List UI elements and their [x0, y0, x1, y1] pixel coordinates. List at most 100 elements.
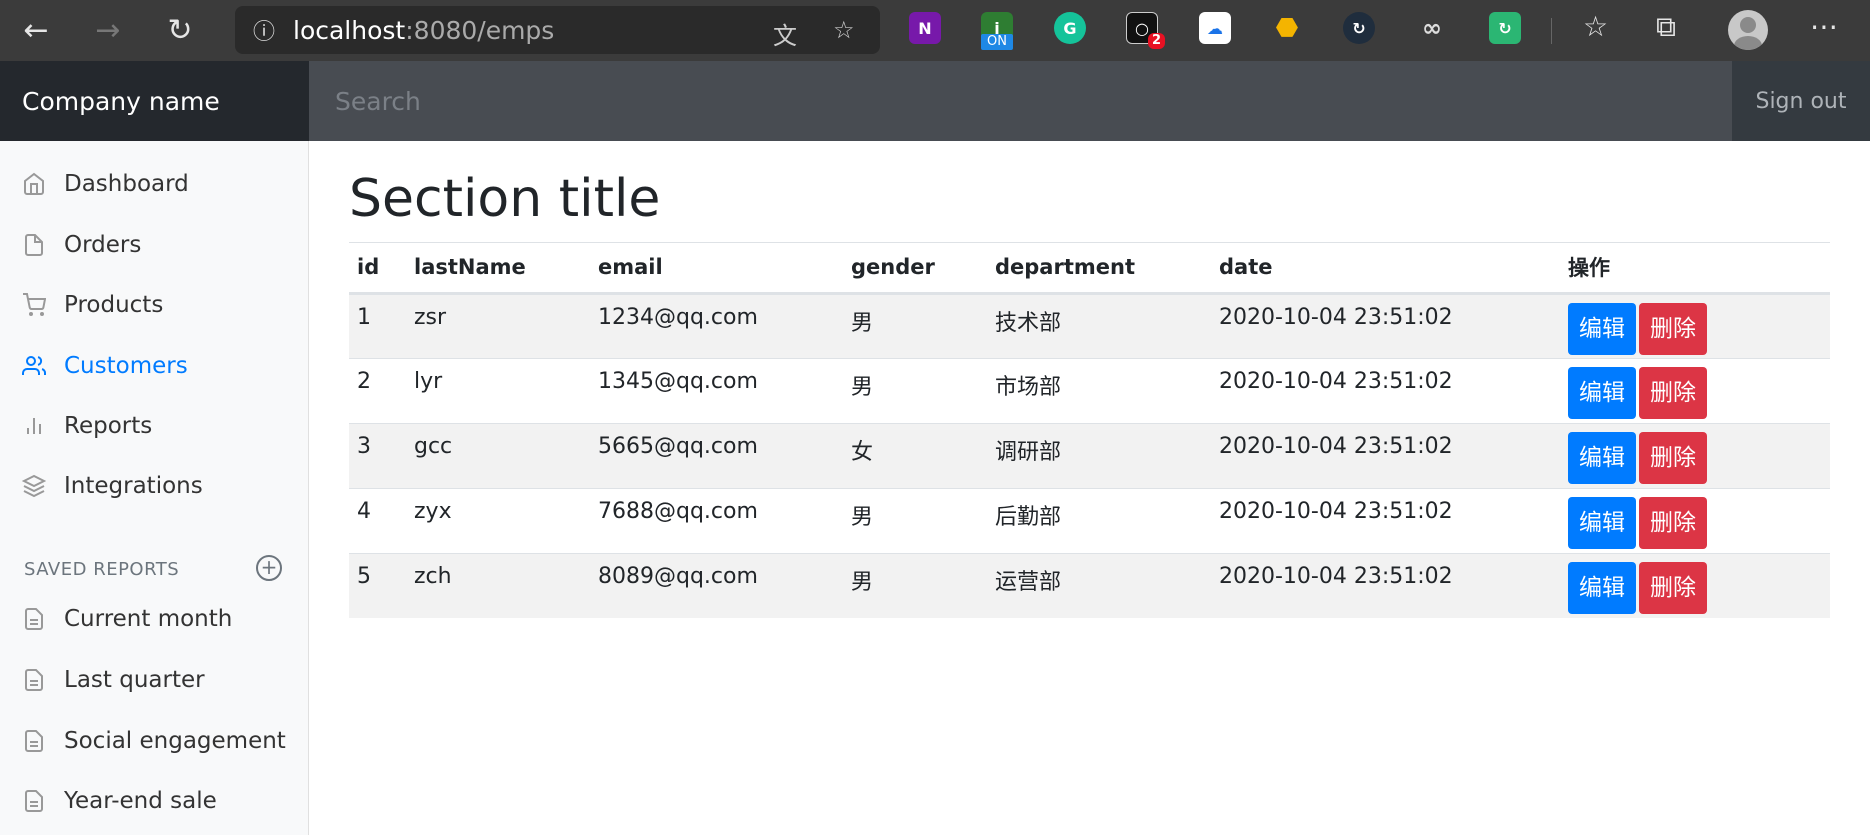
column-header-gender: gender	[843, 243, 987, 295]
cell-email: 1234@qq.com	[590, 292, 843, 358]
cell-lastname: zsr	[406, 292, 590, 358]
link-extension-icon[interactable]: ∞	[1416, 12, 1448, 44]
sidebar-item-last-quarter[interactable]: Last quarter	[22, 660, 205, 700]
sidebar-item-social-engagement[interactable]: Social engagement	[22, 721, 286, 761]
column-header-actions: 操作	[1560, 243, 1830, 295]
refresh-icon[interactable]: ↻	[144, 0, 216, 61]
cell-department: 后勤部	[987, 487, 1211, 553]
info-extension-icon[interactable]: i ON	[981, 12, 1013, 50]
cell-email: 7688@qq.com	[590, 487, 843, 553]
cell-date: 2020-10-04 23:51:02	[1211, 487, 1560, 553]
refresh-extension-icon[interactable]: ↻	[1489, 12, 1521, 44]
users-icon	[22, 354, 64, 378]
sign-out-link[interactable]: Sign out	[1732, 61, 1870, 141]
sidebar-item-current-month[interactable]: Current month	[22, 599, 232, 639]
sidebar-item-reports[interactable]: Reports	[22, 406, 152, 446]
column-header-lastname: lastName	[406, 243, 590, 295]
sidebar-item-integrations[interactable]: Integrations	[22, 466, 203, 506]
cell-lastname: zch	[406, 552, 590, 618]
table-row: 3 gcc 5665@qq.com 女 调研部 2020-10-04 23:51…	[349, 422, 1830, 488]
file-text-icon	[22, 607, 64, 631]
cell-department: 运营部	[987, 552, 1211, 618]
delete-button[interactable]: 删除	[1639, 366, 1707, 419]
plus-circle-icon[interactable]: +	[256, 555, 282, 581]
favorites-icon[interactable]: ☆	[1583, 10, 1608, 43]
page-title: Section title	[349, 169, 661, 229]
app-navbar: Company name Sign out	[0, 61, 1870, 141]
edit-button[interactable]: 编辑	[1568, 561, 1636, 614]
brand-name[interactable]: Company name	[0, 61, 309, 141]
column-header-department: department	[987, 243, 1211, 295]
cell-actions: 编辑 删除	[1560, 487, 1830, 553]
grammarly-extension-icon[interactable]: G	[1054, 12, 1086, 44]
cart-icon	[22, 293, 64, 317]
onenote-extension-icon[interactable]: N	[909, 12, 941, 44]
sidebar-item-label: Customers	[64, 353, 188, 379]
back-icon[interactable]: ←	[0, 0, 72, 61]
browser-toolbar: ← → ↻ ⓘ localhost:8080/emps 文 ☆ N i ON G …	[0, 0, 1870, 61]
cell-lastname: zyx	[406, 487, 590, 553]
home-icon	[22, 172, 64, 196]
edit-button[interactable]: 编辑	[1568, 431, 1636, 484]
site-info-icon[interactable]: ⓘ	[235, 14, 293, 46]
cell-id: 4	[349, 487, 406, 553]
address-bar[interactable]: ⓘ localhost:8080/emps 文 ☆	[235, 6, 880, 54]
sidebar-item-label: Year-end sale	[64, 788, 217, 814]
profile-avatar[interactable]	[1728, 10, 1768, 50]
sidebar-item-label: Integrations	[64, 473, 203, 499]
cell-department: 技术部	[987, 292, 1211, 358]
cell-email: 8089@qq.com	[590, 552, 843, 618]
cell-actions: 编辑 删除	[1560, 357, 1830, 423]
sidebar-item-dashboard[interactable]: Dashboard	[22, 164, 189, 204]
column-header-email: email	[590, 243, 843, 295]
cell-date: 2020-10-04 23:51:02	[1211, 292, 1560, 358]
cell-gender: 男	[843, 552, 987, 618]
sidebar-item-label: Dashboard	[64, 171, 189, 197]
more-menu-icon[interactable]: ⋯	[1810, 10, 1838, 43]
cell-date: 2020-10-04 23:51:02	[1211, 422, 1560, 488]
sidebar-item-label: Last quarter	[64, 667, 205, 693]
cloud-extension-icon[interactable]: ☁	[1199, 12, 1231, 44]
extension-badge-icon[interactable]: ○ 2	[1126, 12, 1165, 49]
table-row: 5 zch 8089@qq.com 男 运营部 2020-10-04 23:51…	[349, 552, 1830, 618]
sidebar-item-year-end-sale[interactable]: Year-end sale	[22, 781, 217, 821]
sync-extension-icon[interactable]: ↻	[1343, 12, 1375, 44]
edit-button[interactable]: 编辑	[1568, 496, 1636, 549]
cell-email: 1345@qq.com	[590, 357, 843, 423]
delete-button[interactable]: 删除	[1639, 496, 1707, 549]
sidebar-item-label: Products	[64, 292, 164, 318]
sidebar-item-label: Orders	[64, 232, 142, 258]
sidebar-item-customers[interactable]: Customers	[22, 346, 188, 386]
column-header-date: date	[1211, 243, 1560, 295]
cell-lastname: lyr	[406, 357, 590, 423]
cell-actions: 编辑 删除	[1560, 292, 1830, 358]
delete-button[interactable]: 删除	[1639, 302, 1707, 355]
delete-button[interactable]: 删除	[1639, 431, 1707, 484]
delete-button[interactable]: 删除	[1639, 561, 1707, 614]
cell-email: 5665@qq.com	[590, 422, 843, 488]
cell-actions: 编辑 删除	[1560, 552, 1830, 618]
file-text-icon	[22, 789, 64, 813]
url-text[interactable]: localhost:8080/emps	[293, 16, 554, 45]
table-row: 2 lyr 1345@qq.com 男 市场部 2020-10-04 23:51…	[349, 357, 1830, 423]
column-header-id: id	[349, 243, 406, 295]
sidebar-item-orders[interactable]: Orders	[22, 225, 141, 265]
forward-icon[interactable]: →	[72, 0, 144, 61]
employees-table: id lastName email gender department date…	[349, 243, 1830, 618]
sidebar: Dashboard Orders Products Customers Repo…	[0, 141, 309, 835]
search-input[interactable]	[309, 61, 1732, 141]
sidebar-item-label: Social engagement	[64, 728, 286, 754]
favorite-star-icon[interactable]: ☆	[833, 16, 855, 44]
table-row: 1 zsr 1234@qq.com 男 技术部 2020-10-04 23:51…	[349, 292, 1830, 358]
edit-button[interactable]: 编辑	[1568, 366, 1636, 419]
cell-id: 5	[349, 552, 406, 618]
bar-chart-icon	[22, 414, 64, 438]
collections-icon[interactable]: ⧉	[1656, 10, 1676, 44]
cell-id: 3	[349, 422, 406, 488]
sidebar-item-products[interactable]: Products	[22, 285, 163, 325]
layers-icon	[22, 474, 64, 498]
translate-icon[interactable]: 文	[773, 16, 797, 51]
edit-button[interactable]: 编辑	[1568, 302, 1636, 355]
cell-id: 1	[349, 292, 406, 358]
colorful-extension-icon[interactable]: ⬣	[1271, 12, 1303, 44]
